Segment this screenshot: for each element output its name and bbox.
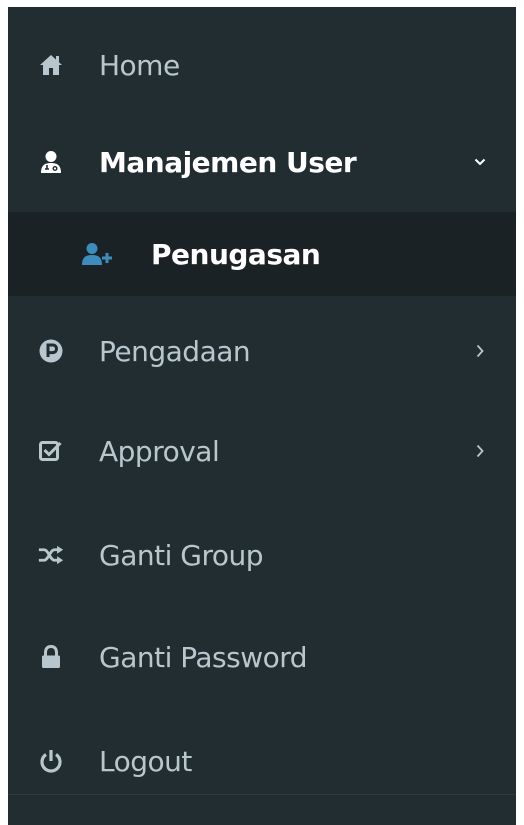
sidebar-item-ganti-group[interactable]: Ganti Group [8,531,516,579]
sidebar-item-label: Pengadaan [99,334,251,368]
sidebar-item-label: Manajemen User [99,145,357,179]
lock-icon [38,644,64,670]
chevron-right-icon [472,341,488,361]
submenu-manajemen-user: Penugasan [8,212,516,296]
chevron-right-icon [472,441,488,461]
sidebar-item-label: Home [99,48,180,82]
sidebar-item-label: Ganti Password [99,640,308,674]
random-icon [38,542,64,568]
sidebar-item-label: Logout [99,744,192,778]
submenu-item-penugasan[interactable]: Penugasan [8,230,516,278]
sidebar-item-home[interactable]: Home [8,41,516,89]
sidebar-item-label: Ganti Group [99,538,264,572]
submenu-item-label: Penugasan [151,237,321,271]
sidebar-menu: Home Manajemen User Penugasan Pengadaan … [8,7,516,825]
power-icon [38,748,64,774]
sidebar-item-approval[interactable]: Approval [8,427,516,475]
check-square-icon [38,438,64,464]
divider [8,794,516,795]
sidebar-item-logout[interactable]: Logout [8,737,516,785]
circle-p-icon [38,338,64,364]
chevron-down-icon [472,152,488,172]
user-md-icon [38,149,64,175]
user-plus-icon [81,241,115,267]
home-icon [38,52,64,78]
sidebar-item-ganti-password[interactable]: Ganti Password [8,633,516,681]
sidebar-item-pengadaan[interactable]: Pengadaan [8,327,516,375]
sidebar-item-manajemen-user[interactable]: Manajemen User [8,138,516,186]
sidebar-item-label: Approval [99,434,220,468]
